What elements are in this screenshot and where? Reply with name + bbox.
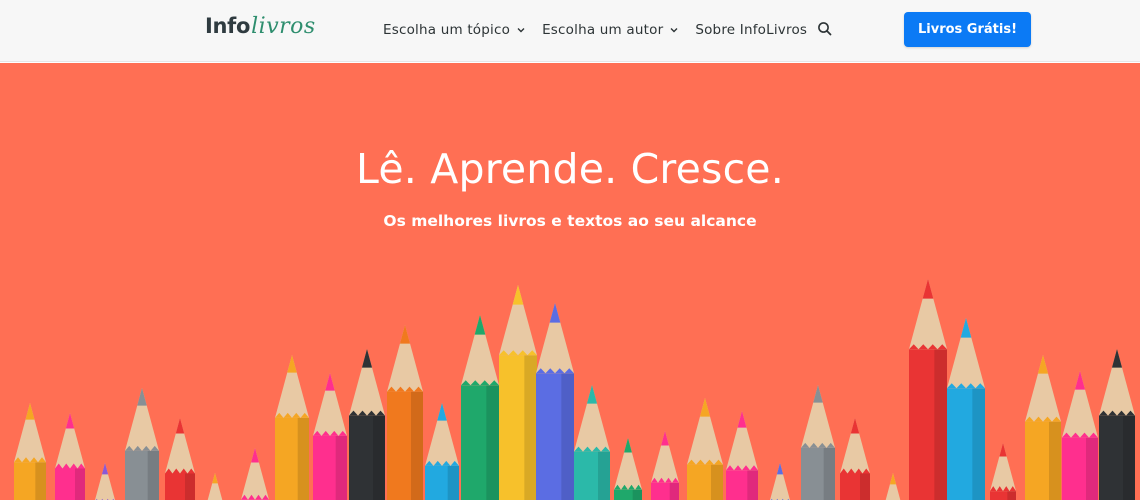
pencil-illustration-item (95, 463, 115, 500)
pencil-illustration-item (947, 318, 985, 500)
pencil-illustration-item (387, 325, 423, 500)
pencil-illustration-item (241, 448, 269, 500)
pencil-illustration-item (499, 285, 537, 500)
pencil-illustration-item (687, 398, 723, 500)
pencil-illustration-item (1062, 371, 1098, 500)
pencil-illustration-item (125, 388, 159, 500)
chevron-down-icon (517, 28, 525, 33)
pencil-illustration-item (990, 443, 1016, 500)
pencil-illustration-item (574, 385, 610, 500)
pencil-illustration-item (840, 418, 870, 500)
nav-item-sobre-label: Sobre InfoLivros (695, 22, 808, 38)
nav-item-topico[interactable]: Escolha um tópico (383, 22, 526, 38)
pencils-illustration (14, 279, 1135, 500)
pencil-illustration-item (275, 355, 309, 500)
pencil-illustration-item (349, 349, 385, 500)
pencil-illustration-item (909, 279, 947, 500)
logo-text-info: Info (205, 14, 251, 38)
pencil-illustration-item (726, 411, 758, 500)
pencil-illustration-item (165, 418, 195, 500)
nav-item-autor-label: Escolha um autor (542, 22, 664, 38)
pencil-illustration-item (461, 315, 499, 500)
pencil-illustration-item (885, 473, 901, 500)
logo-text-livros: livros (251, 14, 316, 39)
pencil-illustration-item (614, 438, 642, 500)
nav-item-sobre[interactable]: Sobre InfoLivros (695, 22, 807, 38)
site-logo[interactable]: Info livros (205, 14, 316, 46)
chevron-down-icon (670, 28, 678, 33)
site-header: Info livros Escolha um tópico Escolha um… (0, 0, 1140, 62)
pencil-illustration-item (14, 403, 46, 500)
main-nav: Escolha um tópico Escolha um autor Sobre… (383, 0, 807, 60)
pencil-illustration-item (651, 431, 679, 500)
nav-item-topico-label: Escolha um tópico (383, 22, 511, 38)
nav-item-autor[interactable]: Escolha um autor (542, 22, 679, 38)
search-icon[interactable] (816, 20, 834, 38)
pencil-illustration-item (770, 463, 790, 500)
hero-banner: Lê. Aprende. Cresce. Os melhores livros … (0, 63, 1140, 500)
pencil-illustration-item (313, 373, 347, 500)
pencil-illustration-item (207, 473, 223, 500)
pencil-illustration-item (801, 385, 835, 500)
free-books-button[interactable]: Livros Grátis! (904, 12, 1031, 47)
pencil-illustration-item (536, 303, 574, 500)
pencil-illustration-item (1025, 355, 1061, 500)
pencil-illustration-item (1099, 349, 1135, 500)
pencil-illustration-item (425, 403, 459, 500)
pencil-illustration-item (55, 413, 85, 500)
